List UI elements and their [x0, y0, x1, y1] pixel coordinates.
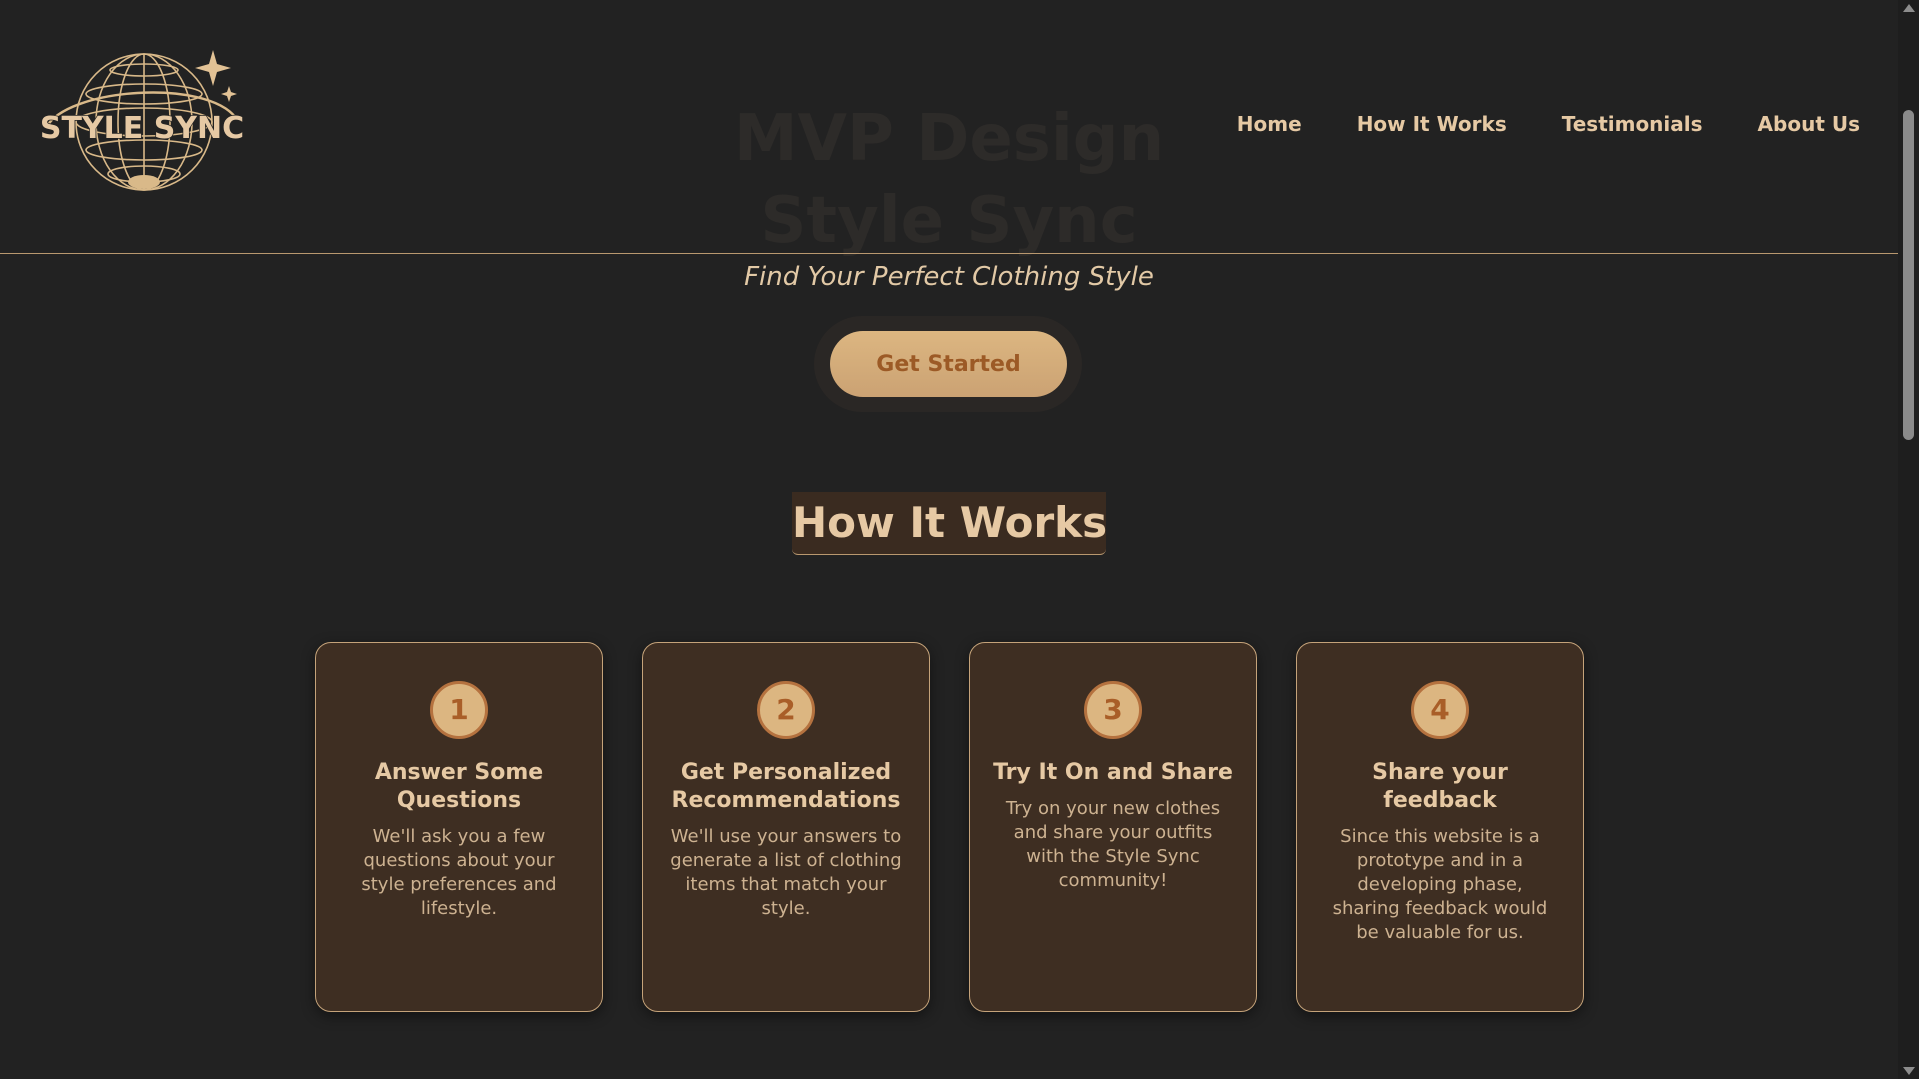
step-number-badge: 4: [1411, 681, 1469, 739]
vertical-scrollbar[interactable]: [1898, 0, 1919, 1079]
step-number-badge: 2: [757, 681, 815, 739]
hero-tagline: Find Your Perfect Clothing Style: [744, 262, 1154, 292]
step-title: Share your feedback: [1372, 760, 1508, 813]
step-number-badge: 1: [430, 681, 488, 739]
scrollbar-thumb[interactable]: [1903, 110, 1914, 440]
nav-testimonials[interactable]: Testimonials: [1562, 112, 1703, 136]
steps-list: 1 Answer Some Questions We'll ask you a …: [315, 642, 1584, 1012]
nav-about-us[interactable]: About Us: [1758, 112, 1860, 136]
step-number-badge: 3: [1084, 681, 1142, 739]
nav-home[interactable]: Home: [1237, 112, 1302, 136]
step-title: Try It On and Share: [993, 760, 1233, 785]
nav-how-it-works[interactable]: How It Works: [1357, 112, 1507, 136]
main-nav: Home How It Works Testimonials About Us: [1237, 112, 1860, 136]
step-description: We'll ask you a few questions about your…: [361, 826, 557, 919]
style-sync-logo[interactable]: STYLE SYNC: [36, 48, 248, 196]
scroll-up-arrow-icon[interactable]: [1903, 4, 1915, 12]
get-started-button[interactable]: Get Started: [830, 331, 1067, 397]
step-description: Try on your new clothes and share your o…: [1005, 798, 1221, 891]
how-it-works-heading: How It Works: [792, 492, 1107, 555]
step-card-4: 4 Share your feedback Since this website…: [1296, 642, 1584, 1012]
logo-text: STYLE SYNC: [40, 111, 244, 146]
scroll-down-arrow-icon[interactable]: [1903, 1067, 1915, 1075]
step-description: We'll use your answers to generate a lis…: [670, 826, 902, 919]
step-description: Since this website is a prototype and in…: [1332, 826, 1548, 943]
step-title: Answer Some Questions: [374, 760, 544, 813]
step-card-3: 3 Try It On and Share Try on your new cl…: [969, 642, 1257, 1012]
site-header: STYLE SYNC Home How It Works Testimonial…: [0, 0, 1898, 254]
step-card-2: 2 Get Personalized Recommendations We'll…: [642, 642, 930, 1012]
step-card-1: 1 Answer Some Questions We'll ask you a …: [315, 642, 603, 1012]
step-title: Get Personalized Recommendations: [671, 760, 901, 813]
page: MVP Design Style Sync STYLE SYNC Home Ho…: [0, 0, 1919, 1079]
